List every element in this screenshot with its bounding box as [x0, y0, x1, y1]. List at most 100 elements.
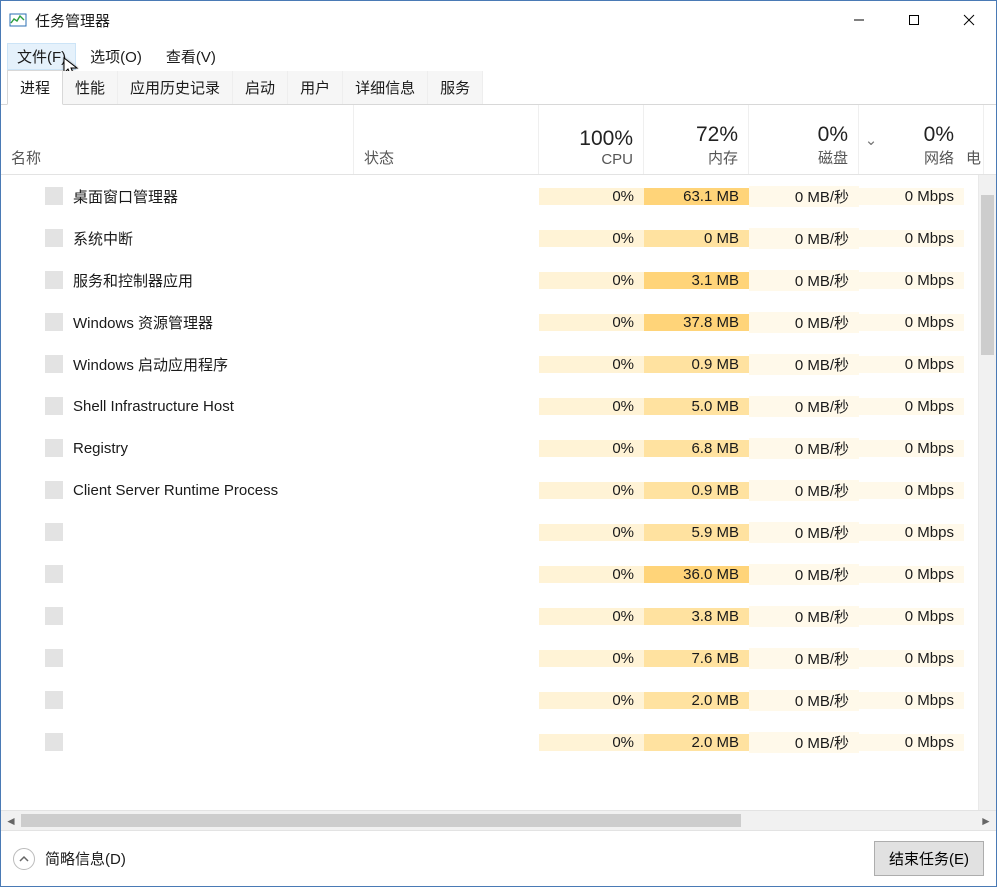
table-row[interactable]: 桌面窗口管理器0%63.1 MB0 MB/秒0 Mbps — [1, 175, 978, 217]
disk-cell: 0 MB/秒 — [749, 438, 859, 459]
table-row[interactable]: Windows 资源管理器0%37.8 MB0 MB/秒0 Mbps — [1, 301, 978, 343]
network-cell: 0 Mbps — [859, 398, 964, 415]
menu-options[interactable]: 选项(O) — [80, 43, 152, 70]
memory-cell: 0 MB — [644, 230, 749, 247]
table-row[interactable]: 0%36.0 MB0 MB/秒0 Mbps — [1, 553, 978, 595]
tab-users[interactable]: 用户 — [288, 71, 343, 104]
chevron-down-icon: ⌄ — [865, 131, 878, 149]
disk-cell: 0 MB/秒 — [749, 732, 859, 753]
cpu-cell: 0% — [539, 314, 644, 331]
table-row[interactable]: 服务和控制器应用0%3.1 MB0 MB/秒0 Mbps — [1, 259, 978, 301]
cpu-usage-pct: 100% — [579, 127, 633, 151]
menu-file[interactable]: 文件(F) — [7, 43, 76, 70]
tab-strip: 进程 性能 应用历史记录 启动 用户 详细信息 服务 — [1, 71, 996, 105]
memory-cell: 37.8 MB — [644, 314, 749, 331]
disk-cell: 0 MB/秒 — [749, 270, 859, 291]
process-rows: 桌面窗口管理器0%63.1 MB0 MB/秒0 Mbps系统中断0%0 MB0 … — [1, 175, 978, 810]
process-name: Registry — [73, 440, 128, 457]
table-row[interactable]: Shell Infrastructure Host0%5.0 MB0 MB/秒0… — [1, 385, 978, 427]
table-row[interactable]: Windows 启动应用程序0%0.9 MB0 MB/秒0 Mbps — [1, 343, 978, 385]
table-row[interactable]: 0%5.9 MB0 MB/秒0 Mbps — [1, 511, 978, 553]
disk-cell: 0 MB/秒 — [749, 564, 859, 585]
col-name-label: 名称 — [11, 147, 343, 168]
network-cell: 0 Mbps — [859, 230, 964, 247]
net-usage-pct: 0% — [924, 123, 954, 147]
maximize-button[interactable] — [886, 1, 941, 39]
col-network[interactable]: 0% 网络 — [883, 105, 964, 174]
col-cpu[interactable]: 100% CPU — [539, 105, 644, 174]
fewer-details-link[interactable]: 简略信息(D) — [45, 848, 126, 869]
vertical-scrollbar[interactable] — [978, 175, 996, 810]
disk-cell: 0 MB/秒 — [749, 648, 859, 669]
title-bar[interactable]: 任务管理器 — [1, 1, 996, 39]
col-disk[interactable]: 0% 磁盘 — [749, 105, 859, 174]
table-row[interactable]: 系统中断 0%0 MB0 MB/秒0 Mbps — [1, 217, 978, 259]
memory-cell: 3.8 MB — [644, 608, 749, 625]
tab-details[interactable]: 详细信息 — [343, 71, 428, 104]
process-icon — [45, 649, 63, 667]
scroll-thumb[interactable] — [981, 195, 994, 355]
scroll-left-arrow[interactable]: ◄ — [1, 814, 21, 828]
network-cell: 0 Mbps — [859, 440, 964, 457]
menu-view[interactable]: 查看(V) — [156, 43, 226, 70]
memory-cell: 7.6 MB — [644, 650, 749, 667]
network-cell: 0 Mbps — [859, 608, 964, 625]
process-name-cell — [1, 607, 354, 625]
close-button[interactable] — [941, 1, 996, 39]
footer-bar: 简略信息(D) 结束任务(E) — [1, 830, 996, 886]
cpu-cell: 0% — [539, 356, 644, 373]
cpu-cell: 0% — [539, 398, 644, 415]
process-name-cell: Client Server Runtime Process — [1, 481, 354, 499]
col-mem-label: 内存 — [708, 147, 738, 168]
cpu-cell: 0% — [539, 482, 644, 499]
cpu-cell: 0% — [539, 230, 644, 247]
col-status[interactable]: 状态 — [354, 105, 539, 174]
table-row[interactable]: Client Server Runtime Process 0%0.9 MB 0 M… — [1, 469, 978, 511]
network-cell: 0 Mbps — [859, 314, 964, 331]
memory-cell: 6.8 MB — [644, 440, 749, 457]
memory-cell: 3.1 MB — [644, 272, 749, 289]
table-row[interactable]: 0%2.0 MB0 MB/秒0 Mbps — [1, 679, 978, 721]
tab-performance[interactable]: 性能 — [63, 71, 118, 104]
col-extra-hint: 电 — [966, 147, 981, 168]
table-row[interactable]: 0%7.6 MB0 MB/秒0 Mbps — [1, 637, 978, 679]
process-icon — [45, 313, 63, 331]
tab-services[interactable]: 服务 — [428, 71, 483, 104]
col-extra-edge[interactable]: 电 — [964, 105, 984, 174]
tab-app-history[interactable]: 应用历史记录 — [118, 71, 233, 104]
memory-cell: 63.1 MB — [644, 188, 749, 205]
task-manager-window: 任务管理器 文件(F) 选项(O) 查看(V) 进程 性能 应用历史记录 启动 … — [0, 0, 997, 887]
disk-cell: 0 MB/秒 — [749, 606, 859, 627]
end-task-button[interactable]: 结束任务(E) — [874, 841, 984, 876]
hscroll-thumb[interactable] — [21, 814, 741, 827]
memory-cell: 2.0 MB — [644, 734, 749, 751]
memory-cell: 0.9 MB — [644, 482, 749, 499]
minimize-button[interactable] — [831, 1, 886, 39]
process-icon — [45, 229, 63, 247]
col-sort-indicator[interactable]: ⌄ — [859, 105, 883, 174]
col-net-label: 网络 — [924, 147, 954, 168]
process-name-cell: 桌面窗口管理器 — [1, 186, 354, 207]
col-disk-label: 磁盘 — [818, 147, 848, 168]
table-row[interactable]: 0%3.8 MB0 MB/秒0 Mbps — [1, 595, 978, 637]
process-name: Windows 资源管理器 — [73, 312, 213, 333]
scroll-right-arrow[interactable]: ► — [976, 814, 996, 828]
process-name-cell: 系统中断 — [1, 228, 354, 249]
menu-bar: 文件(F) 选项(O) 查看(V) — [1, 39, 996, 71]
col-name[interactable]: 名称 — [1, 105, 354, 174]
cpu-cell: 0% — [539, 692, 644, 709]
tab-processes[interactable]: 进程 — [7, 70, 63, 105]
disk-cell: 0 MB/秒 — [749, 354, 859, 375]
network-cell: 0 Mbps — [859, 524, 964, 541]
disk-cell: 0 MB/秒 — [749, 228, 859, 249]
table-row[interactable]: 0%2.0 MB0 MB/秒0 Mbps — [1, 721, 978, 763]
tab-startup[interactable]: 启动 — [233, 71, 288, 104]
col-memory[interactable]: 72% 内存 — [644, 105, 749, 174]
network-cell: 0 Mbps — [859, 482, 964, 499]
cpu-cell: 0% — [539, 608, 644, 625]
horizontal-scrollbar[interactable]: ◄ ► — [1, 810, 996, 830]
table-row[interactable]: Registry0%6.8 MB0 MB/秒0 Mbps — [1, 427, 978, 469]
cpu-cell: 0% — [539, 566, 644, 583]
memory-cell: 0.9 MB — [644, 356, 749, 373]
process-name-cell — [1, 523, 354, 541]
